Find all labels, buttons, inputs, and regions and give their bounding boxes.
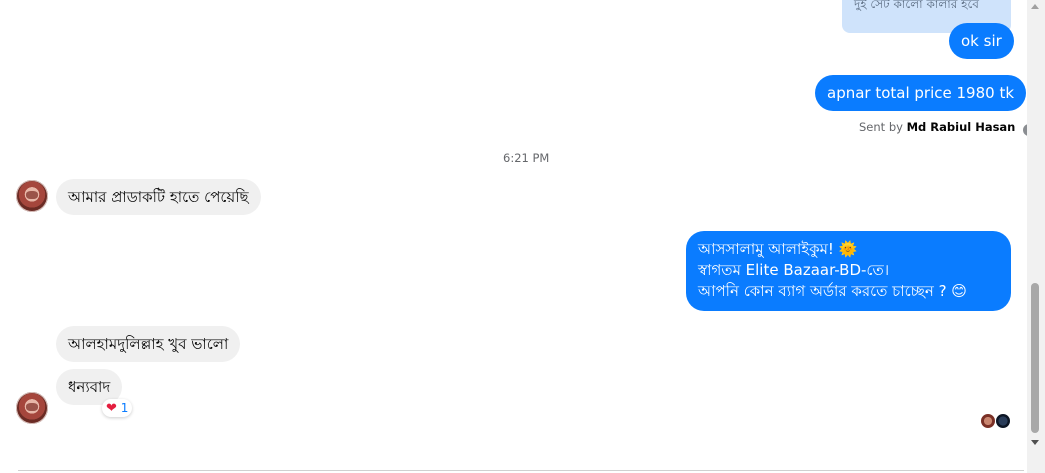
reaction-count: 1 [120,401,129,415]
sender-name: Md Rabiul Hasan [906,120,1016,134]
sent-by-label: Sent by Md Rabiul Hasan ? [859,120,1036,136]
message-text: apnar total price 1980 tk [827,84,1015,102]
scroll-down-icon[interactable] [1031,440,1039,445]
seen-avatar [980,413,996,429]
message-text: ধন্যবাদ [68,378,111,396]
message-reaction[interactable]: ❤ 1 [102,399,133,417]
message-text: ok sir [961,32,1002,50]
message-text: আলহামদুলিল্লাহ খুব ভালো [68,335,229,353]
composer-divider [18,470,1024,471]
quoted-message-text: দুই সেট কালো কালার হবে [854,0,979,11]
message-text: আমার প্রাডাকটি হাতে পেয়েছি [68,188,249,206]
scroll-up-icon[interactable] [1031,4,1039,9]
scrollbar-thumb[interactable] [1031,283,1039,433]
greeting-line-2: স্বাগতম Elite Bazaar-BD-তে। [698,261,890,279]
incoming-message-received-product[interactable]: আমার প্রাডাকটি হাতে পেয়েছি [56,179,261,215]
greeting-line-1: আসসালামু আলাইকুম! 🌞 [698,240,858,258]
heart-icon: ❤ [106,401,117,416]
outgoing-message-total-price[interactable]: apnar total price 1980 tk [815,75,1027,111]
timestamp: 6:21 PM [503,151,550,165]
incoming-message-alhamdulillah[interactable]: আলহামদুলিল্লাহ খুব ভালো [56,326,241,362]
avatar[interactable] [16,180,48,212]
outgoing-message-ok-sir[interactable]: ok sir [949,23,1014,59]
greeting-line-3: আপনি কোন ব্যাগ অর্ডার করতে চাচ্ছেন ? 😊 [698,282,967,300]
seen-avatar [995,413,1011,429]
avatar[interactable] [16,392,48,424]
outgoing-message-greeting[interactable]: আসসালামু আলাইকুম! 🌞 স্বাগতম Elite Bazaar… [686,231,1011,311]
sent-by-prefix: Sent by [859,120,903,134]
